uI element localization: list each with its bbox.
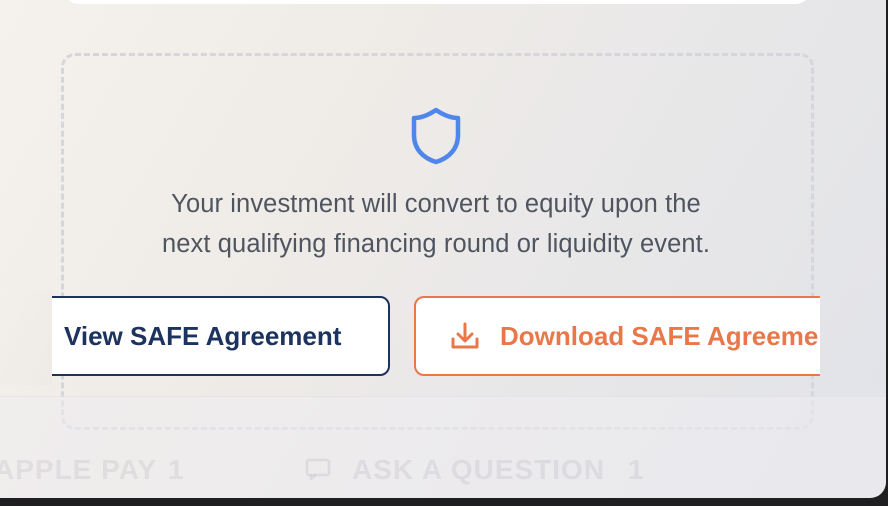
safe-conversion-message: Your investment will convert to equity u… [74,184,798,264]
download-icon [451,322,479,349]
shield-icon [411,107,461,165]
chat-icon [305,458,331,480]
message-line-2: next qualifying financing round or liqui… [161,230,711,258]
tab-ask-a-question[interactable]: ASK A QUESTION [352,454,605,486]
safe-info-panel: Your investment will convert to equity u… [0,0,886,498]
right-clip [820,290,886,385]
summary-card [64,0,810,4]
download-safe-agreement-button[interactable]: Download SAFE Agreement [414,296,886,376]
download-safe-agreement-label: Download SAFE Agreement [500,320,843,351]
tab-apple-pay-count: 1 [168,454,185,485]
tab-ask-a-question-count: 1 [628,454,645,485]
view-safe-agreement-button[interactable]: View SAFE Agreement [28,296,390,376]
left-clip [0,290,52,385]
tab-apple-pay[interactable]: APPLE PAY [0,454,157,486]
message-line-1: Your investment will convert to equity u… [171,190,701,218]
view-safe-agreement-label: View SAFE Agreement [64,320,342,351]
